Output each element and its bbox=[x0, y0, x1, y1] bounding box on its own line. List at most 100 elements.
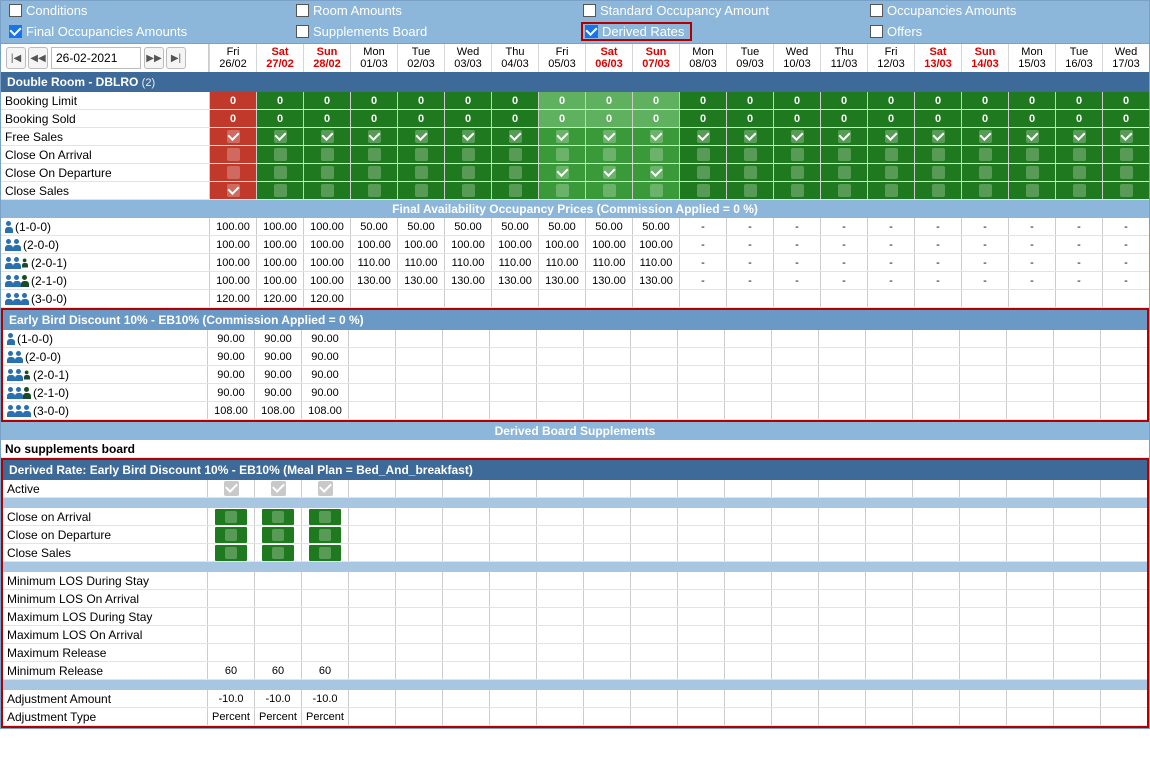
filter-occupancies-amounts[interactable]: Occupancies Amounts bbox=[862, 1, 1149, 20]
cell[interactable] bbox=[1102, 182, 1149, 199]
derived-cell[interactable] bbox=[1006, 508, 1053, 525]
derived-cell[interactable] bbox=[1100, 626, 1147, 643]
derived-cell[interactable] bbox=[583, 544, 630, 561]
cell[interactable] bbox=[491, 146, 538, 163]
cell[interactable]: 0 bbox=[444, 110, 491, 127]
checkbox-icon[interactable] bbox=[870, 25, 883, 38]
derived-cell[interactable] bbox=[724, 480, 771, 497]
price-cell[interactable]: 100.00 bbox=[491, 236, 538, 253]
eb-price-cell[interactable] bbox=[489, 384, 536, 401]
price-cell[interactable]: - bbox=[914, 236, 961, 253]
derived-cell[interactable] bbox=[442, 480, 489, 497]
cell[interactable] bbox=[350, 164, 397, 181]
derived-cell[interactable] bbox=[677, 708, 724, 725]
eb-price-cell[interactable] bbox=[818, 366, 865, 383]
cell[interactable] bbox=[632, 128, 679, 145]
price-cell[interactable]: - bbox=[773, 272, 820, 289]
eb-price-cell[interactable] bbox=[1100, 348, 1147, 365]
eb-price-cell[interactable] bbox=[959, 402, 1006, 419]
price-cell[interactable]: 130.00 bbox=[585, 272, 632, 289]
eb-price-cell[interactable] bbox=[348, 384, 395, 401]
eb-price-cell[interactable] bbox=[489, 348, 536, 365]
cell[interactable] bbox=[350, 146, 397, 163]
derived-cell[interactable] bbox=[959, 662, 1006, 679]
eb-price-cell[interactable] bbox=[583, 330, 630, 347]
eb-price-cell[interactable] bbox=[489, 330, 536, 347]
derived-cell[interactable] bbox=[583, 572, 630, 589]
cell[interactable] bbox=[961, 128, 1008, 145]
derived-cell[interactable] bbox=[959, 626, 1006, 643]
cell[interactable] bbox=[773, 146, 820, 163]
derived-cell[interactable] bbox=[771, 626, 818, 643]
derived-cell[interactable] bbox=[724, 572, 771, 589]
price-cell[interactable]: - bbox=[1102, 272, 1149, 289]
cell[interactable]: 0 bbox=[538, 92, 585, 109]
eb-price-cell[interactable] bbox=[959, 330, 1006, 347]
eb-price-cell[interactable] bbox=[1053, 366, 1100, 383]
derived-cell[interactable]: -10.0 bbox=[207, 690, 254, 707]
derived-cell[interactable] bbox=[1053, 608, 1100, 625]
derived-cell[interactable] bbox=[724, 526, 771, 543]
eb-price-cell[interactable]: 90.00 bbox=[254, 330, 301, 347]
cell[interactable] bbox=[256, 164, 303, 181]
cell[interactable] bbox=[538, 146, 585, 163]
derived-cell[interactable] bbox=[207, 590, 254, 607]
eb-price-cell[interactable] bbox=[395, 348, 442, 365]
checkbox-icon[interactable] bbox=[870, 4, 883, 17]
price-cell[interactable]: 100.00 bbox=[209, 254, 256, 271]
derived-cell[interactable] bbox=[1053, 544, 1100, 561]
nav-prev-icon[interactable]: ◀◀ bbox=[28, 47, 48, 69]
derived-cell[interactable] bbox=[348, 544, 395, 561]
eb-price-cell[interactable]: 90.00 bbox=[207, 330, 254, 347]
eb-price-cell[interactable] bbox=[583, 402, 630, 419]
derived-cell[interactable] bbox=[489, 626, 536, 643]
cell[interactable]: 0 bbox=[1102, 92, 1149, 109]
derived-cell[interactable] bbox=[207, 508, 254, 525]
price-cell[interactable]: - bbox=[1055, 236, 1102, 253]
derived-cell[interactable] bbox=[724, 544, 771, 561]
cell[interactable]: 0 bbox=[491, 92, 538, 109]
price-cell[interactable]: - bbox=[914, 272, 961, 289]
cell[interactable] bbox=[538, 128, 585, 145]
cell[interactable] bbox=[1055, 128, 1102, 145]
cell[interactable] bbox=[1055, 182, 1102, 199]
price-cell[interactable]: 100.00 bbox=[256, 218, 303, 235]
derived-cell[interactable] bbox=[442, 644, 489, 661]
price-cell[interactable]: 100.00 bbox=[350, 236, 397, 253]
cell[interactable]: 0 bbox=[1008, 92, 1055, 109]
derived-cell[interactable] bbox=[536, 544, 583, 561]
derived-cell[interactable] bbox=[865, 690, 912, 707]
price-cell[interactable]: 100.00 bbox=[303, 218, 350, 235]
price-cell[interactable]: - bbox=[773, 236, 820, 253]
cell[interactable]: 0 bbox=[350, 110, 397, 127]
price-cell[interactable]: - bbox=[679, 236, 726, 253]
derived-cell[interactable] bbox=[583, 480, 630, 497]
derived-cell[interactable] bbox=[865, 708, 912, 725]
eb-price-cell[interactable]: 108.00 bbox=[301, 402, 348, 419]
derived-cell[interactable] bbox=[1053, 690, 1100, 707]
derived-cell[interactable] bbox=[912, 572, 959, 589]
cell[interactable] bbox=[397, 182, 444, 199]
derived-cell[interactable] bbox=[1053, 572, 1100, 589]
eb-price-cell[interactable] bbox=[818, 402, 865, 419]
derived-cell[interactable] bbox=[207, 526, 254, 543]
price-cell[interactable] bbox=[1055, 290, 1102, 307]
derived-cell[interactable] bbox=[630, 508, 677, 525]
derived-cell[interactable] bbox=[959, 708, 1006, 725]
cell[interactable]: 0 bbox=[209, 92, 256, 109]
cell[interactable] bbox=[1055, 164, 1102, 181]
derived-cell[interactable] bbox=[677, 662, 724, 679]
price-cell[interactable] bbox=[632, 290, 679, 307]
derived-cell[interactable] bbox=[395, 590, 442, 607]
cell[interactable] bbox=[350, 128, 397, 145]
derived-cell[interactable] bbox=[583, 590, 630, 607]
cell[interactable] bbox=[209, 182, 256, 199]
derived-cell[interactable] bbox=[1100, 608, 1147, 625]
derived-cell[interactable] bbox=[254, 526, 301, 543]
eb-price-cell[interactable] bbox=[959, 348, 1006, 365]
derived-cell[interactable] bbox=[818, 544, 865, 561]
eb-price-cell[interactable] bbox=[348, 402, 395, 419]
cell[interactable]: 0 bbox=[397, 110, 444, 127]
derived-cell[interactable] bbox=[442, 590, 489, 607]
eb-price-cell[interactable] bbox=[1100, 366, 1147, 383]
